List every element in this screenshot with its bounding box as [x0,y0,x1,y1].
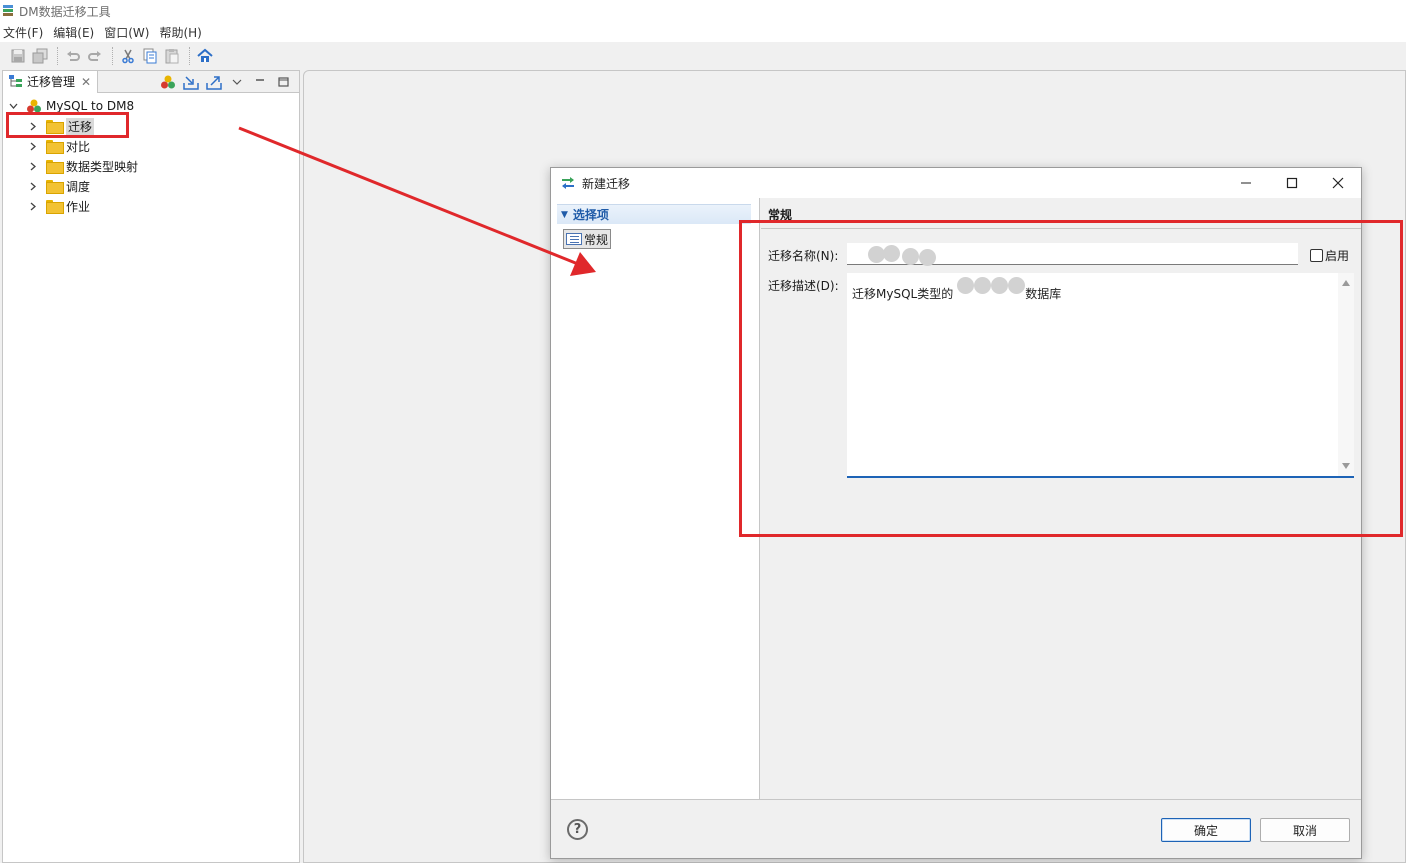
dialog-title-bar: 新建迁移 [551,168,1361,198]
view-tabbar: 迁移管理 ✕ [3,70,299,93]
migration-tree-icon [9,75,23,88]
options-header[interactable]: ▼ 选择项 [557,204,751,224]
migration-management-view: 迁移管理 ✕ MySQL to DM8 迁移 对比 数据类型映射 调度 作业 [2,70,300,863]
options-header-label: 选择项 [572,208,609,222]
annotation-box-form [739,220,1403,537]
tree-item-schedule[interactable]: 调度 [3,176,299,196]
tab-migration-management[interactable]: 迁移管理 ✕ [3,70,99,93]
tree-item-label: 作业 [66,199,91,214]
menu-bar: 文件(F) 编辑(E) 窗口(W) 帮助(H) [0,22,1406,42]
folder-icon [46,180,64,194]
redo-icon[interactable] [85,46,105,66]
toolbar-separator [57,47,58,65]
minimize-icon[interactable] [250,72,270,92]
menu-window[interactable]: 窗口(W) [101,24,153,41]
view-toolbar [155,71,293,93]
tab-label: 迁移管理 [27,75,76,89]
toolbar-separator [189,47,190,65]
tree-item-label: 调度 [66,179,91,194]
menu-file[interactable]: 文件(F) [0,24,47,41]
tree-item-datatype-mapping[interactable]: 数据类型映射 [3,156,299,176]
app-icon [2,4,15,18]
tree-root-label: MySQL to DM8 [46,99,135,113]
ok-button[interactable]: 确定 [1161,818,1251,842]
chevron-right-icon[interactable] [28,161,38,171]
save-icon[interactable] [8,46,28,66]
option-item-label: 常规 [584,232,609,247]
chevron-right-icon[interactable] [28,141,38,151]
folder-icon [46,200,64,214]
tree-item-label: 数据类型映射 [66,159,139,174]
list-icon [566,233,582,245]
toolbar-separator [112,47,113,65]
chevron-down-icon[interactable] [8,101,18,111]
option-item-general[interactable]: 常规 [563,229,612,249]
dialog-button-bar: ? 确定 取消 [551,799,1361,858]
migrate-arrows-icon [560,176,576,190]
tree-item-label: 对比 [66,139,91,154]
import-icon[interactable] [181,72,201,92]
menu-edit[interactable]: 编辑(E) [50,24,98,41]
minimize-icon[interactable] [1223,168,1269,198]
maximize-icon[interactable] [1269,168,1315,198]
toolbar [0,42,1406,70]
save-all-icon[interactable] [30,46,50,66]
chevron-right-icon[interactable] [28,181,38,191]
close-icon[interactable] [1315,168,1361,198]
cut-icon[interactable] [118,46,138,66]
app-title: DM数据迁移工具 [19,4,111,19]
paste-icon[interactable] [162,46,182,66]
folder-icon [46,140,64,154]
export-icon[interactable] [204,72,224,92]
maximize-icon[interactable] [273,72,293,92]
chevron-down-icon: ▼ [561,209,568,220]
cancel-button[interactable]: 取消 [1260,818,1350,842]
dialog-title: 新建迁移 [582,176,631,191]
title-bar: DM数据迁移工具 [0,0,1406,22]
menu-help[interactable]: 帮助(H) [156,24,205,41]
undo-icon[interactable] [63,46,83,66]
annotation-box-migration [6,112,129,138]
folder-icon [46,160,64,174]
view-menu-icon[interactable] [227,72,247,92]
copy-icon[interactable] [140,46,160,66]
help-icon[interactable]: ? [567,819,588,840]
chevron-right-icon[interactable] [28,201,38,211]
window-controls [1223,168,1361,198]
options-panel: ▼ 选择项 常规 [551,198,760,799]
new-connection-icon[interactable] [158,72,178,92]
tree-item-job[interactable]: 作业 [3,196,299,216]
close-icon[interactable]: ✕ [81,75,91,89]
home-icon[interactable] [195,46,215,66]
tree-item-compare[interactable]: 对比 [3,136,299,156]
